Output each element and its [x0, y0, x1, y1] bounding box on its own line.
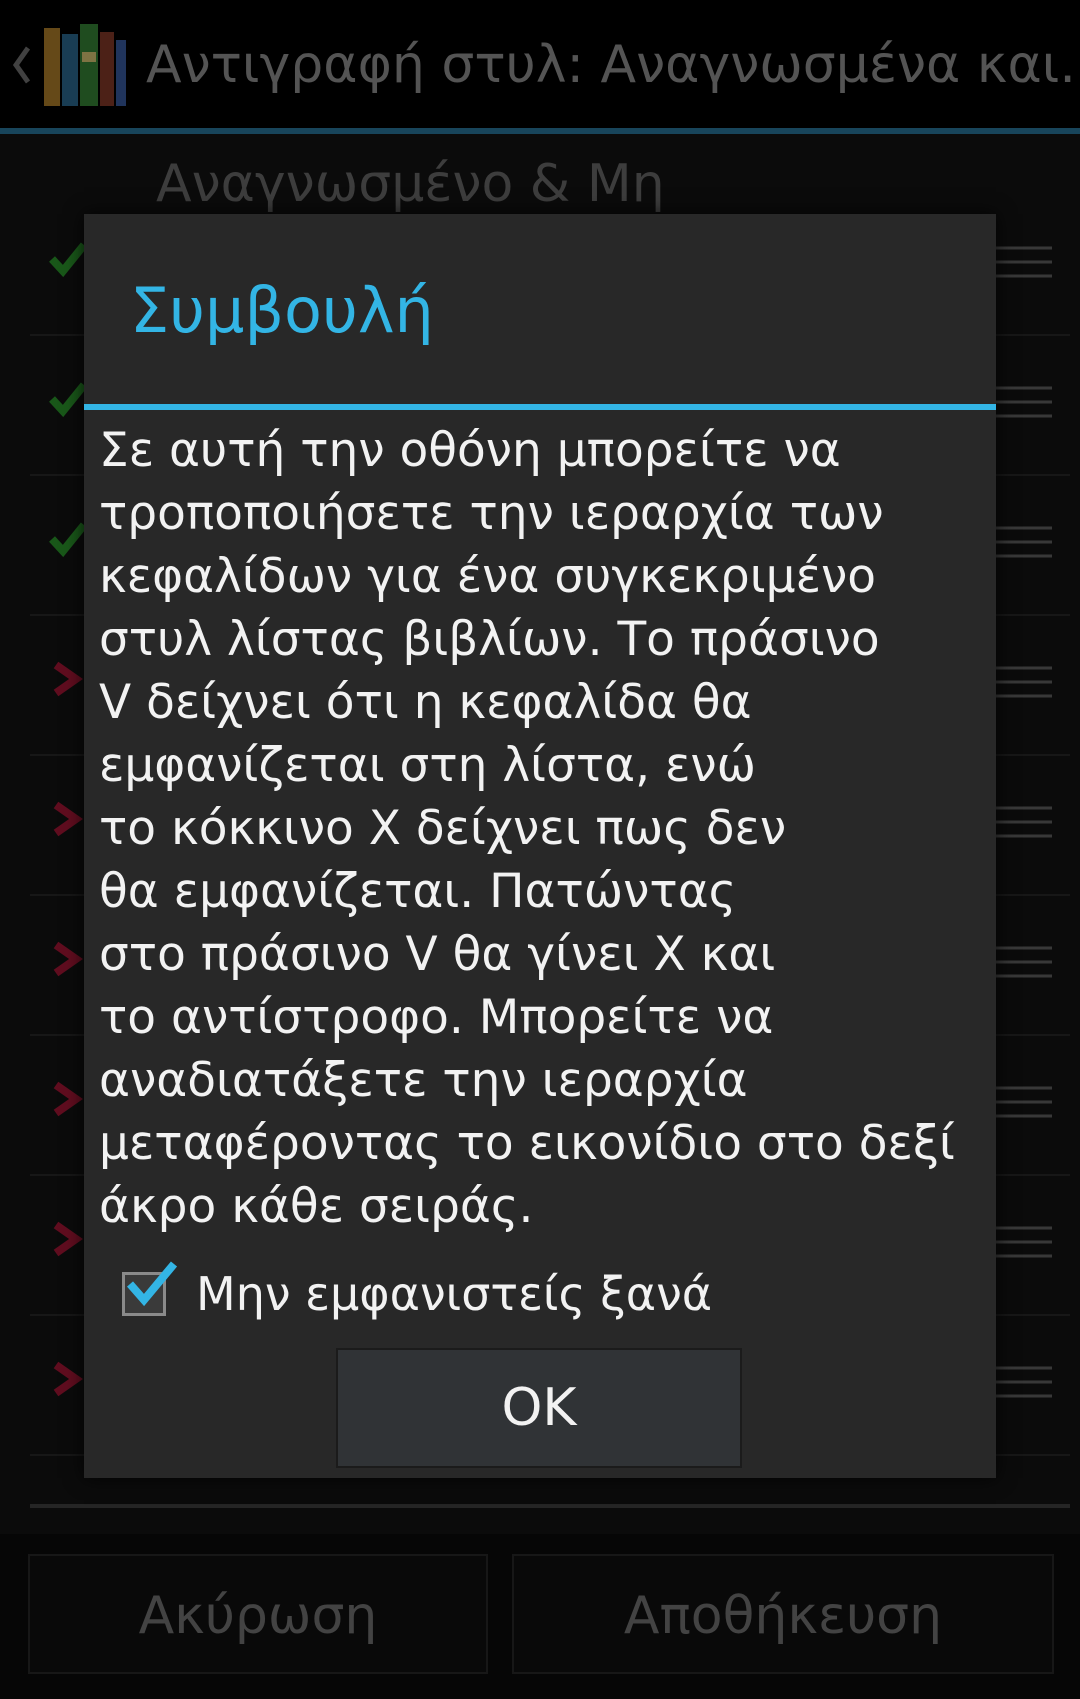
- tip-dialog: Συμβουλή Σε αυτή την οθόνη μπορείτε να τ…: [84, 214, 996, 1478]
- dont-show-again-label: Μην εμφανιστείς ξανά: [196, 1267, 713, 1321]
- checkmark-icon: [126, 1261, 178, 1307]
- dialog-title: Συμβουλή: [130, 274, 434, 347]
- dialog-message: Σε αυτή την οθόνη μπορείτε να τροποποιήσ…: [99, 423, 955, 1234]
- dialog-title-divider: [84, 404, 996, 410]
- ok-button[interactable]: OK: [336, 1348, 742, 1468]
